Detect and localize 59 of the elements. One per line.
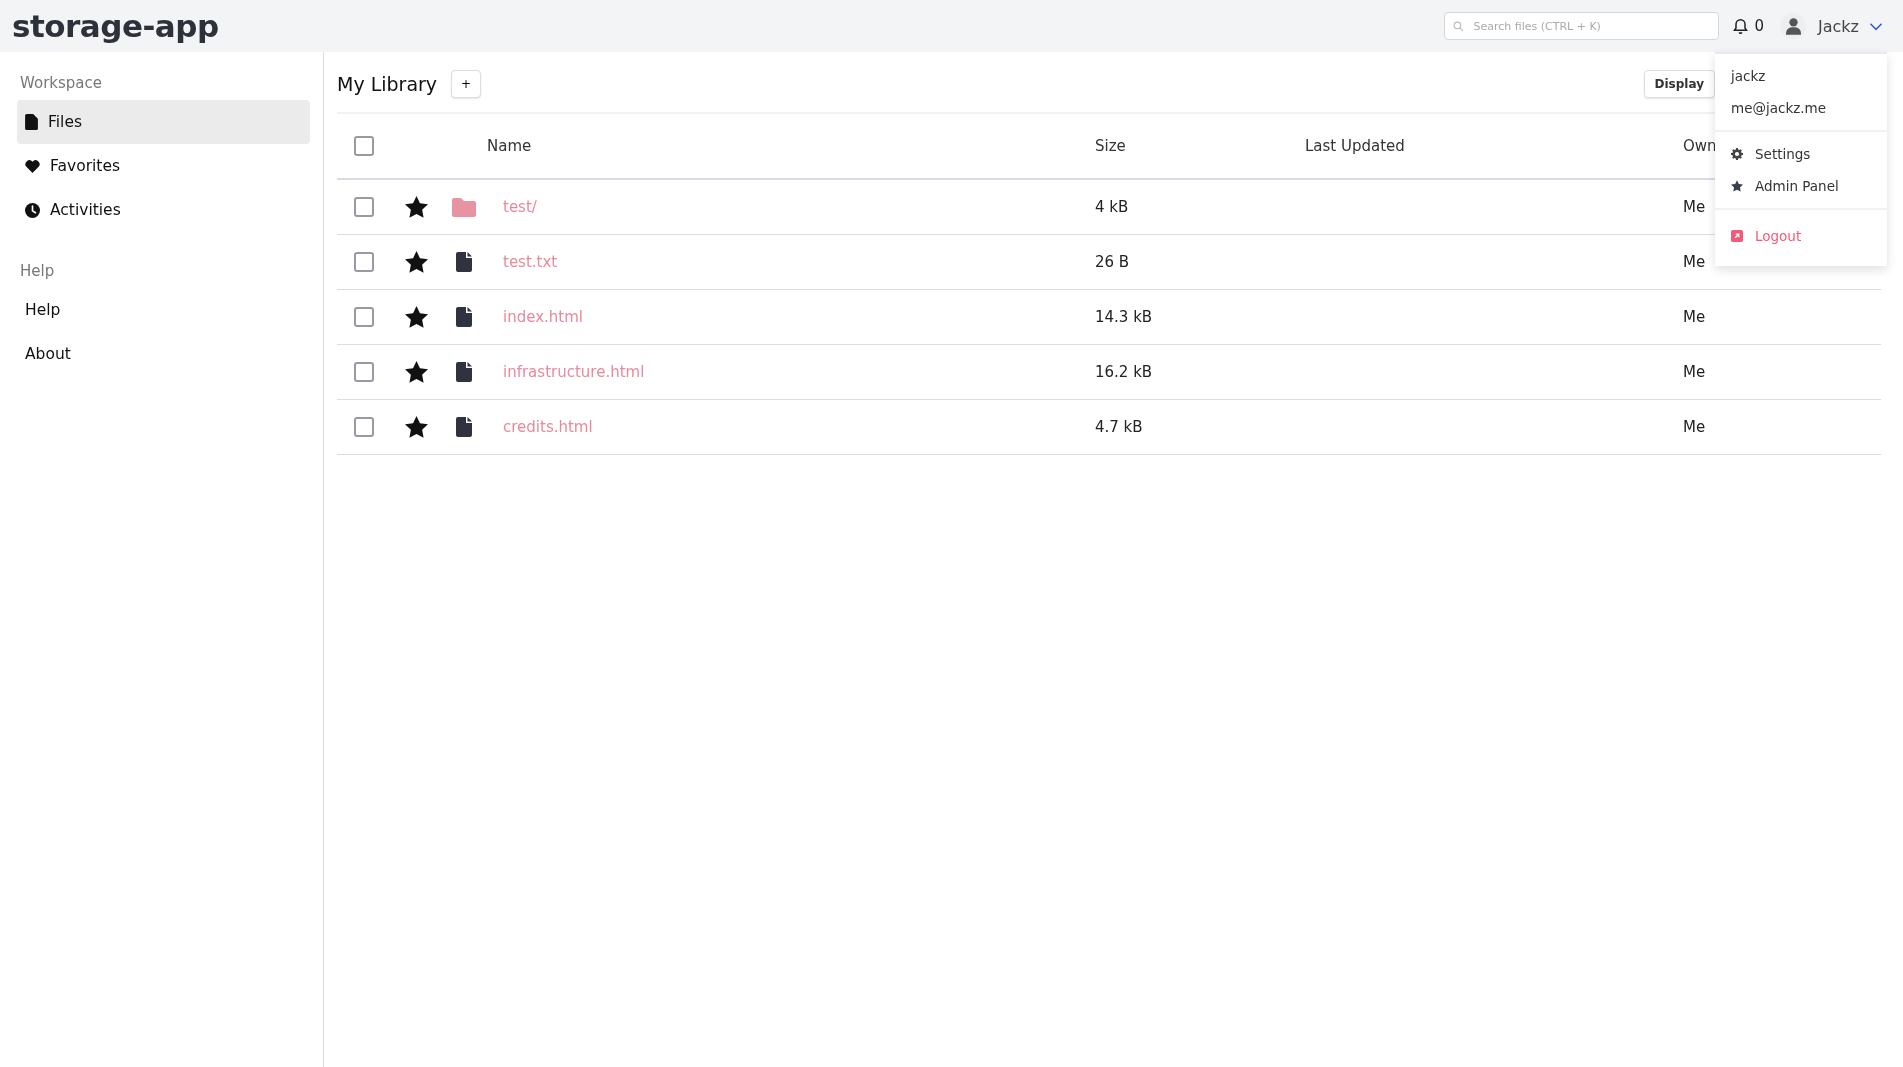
column-header: Last Updated [1305,137,1405,155]
menu-item[interactable]: Settings [1715,138,1887,170]
row-checkbox[interactable] [354,307,374,327]
user-menu-button[interactable]: Jackz [1818,16,1891,36]
app-title: storage-app [12,8,219,44]
column-header: Size [1095,137,1126,155]
table-cell-text: 4 kB [1095,198,1130,216]
row-checkbox[interactable] [354,362,374,382]
sidebar-item[interactable]: Help [17,288,310,332]
table-cell-text: Me [1683,198,1707,216]
page-title: My Library [337,73,438,95]
sidebar-item[interactable]: Activities [17,188,310,232]
heart-icon [25,159,40,173]
settings-icon [1731,148,1743,160]
star-icon[interactable] [404,361,428,383]
star-icon[interactable] [404,251,428,273]
chevron-icon [1869,21,1883,31]
username: jackz [1729,67,1767,86]
user-email: me@jackz.me [1730,99,1828,118]
table-cell-text: 4.7 kB [1095,418,1144,436]
sidebar-item[interactable]: About [17,332,310,376]
folder-icon [452,197,476,217]
avatar[interactable] [1780,13,1806,39]
add-button[interactable]: + [451,70,482,98]
column-header: Name [487,137,532,155]
table-cell-text: Me [1683,363,1707,381]
table-cell-text: Me [1683,308,1707,326]
file-icon [25,114,38,130]
search-icon [1453,21,1465,32]
sidebar-item[interactable]: Files [17,100,310,144]
star-icon[interactable] [404,416,428,438]
file-icon [456,307,472,327]
row-checkbox[interactable] [354,252,374,272]
row-checkbox[interactable] [354,417,374,437]
logout-icon [1731,230,1743,242]
star-icon[interactable] [404,306,428,328]
table-cell-text: Me [1683,253,1707,271]
file-icon [456,252,472,272]
file-icon [456,362,472,382]
notification-count: 0 [1754,17,1764,35]
table-cell-text: 14.3 kB [1095,308,1154,326]
sidebar-item[interactable]: Favorites [17,144,310,188]
bell-icon [1733,17,1749,35]
search-field[interactable]: Search files (CTRL + K) [1444,12,1720,40]
row-checkbox[interactable] [354,197,374,217]
menu-item[interactable]: Admin Panel [1715,170,1887,202]
table-cell-text: 16.2 kB [1095,363,1154,381]
table-cell-text: 26 B [1095,253,1131,271]
file-icon [456,417,472,437]
section-heading: Help [19,261,56,282]
section-heading: Workspace [19,73,103,94]
star-icon[interactable] [404,196,428,218]
clock-icon [25,202,40,218]
star-icon [1731,180,1743,192]
user-icon [1785,17,1801,35]
select-all-checkbox[interactable] [354,136,374,156]
column-header: Own [1683,137,1717,155]
table-cell-text: Me [1683,418,1707,436]
display-button[interactable]: Display [1643,70,1715,98]
